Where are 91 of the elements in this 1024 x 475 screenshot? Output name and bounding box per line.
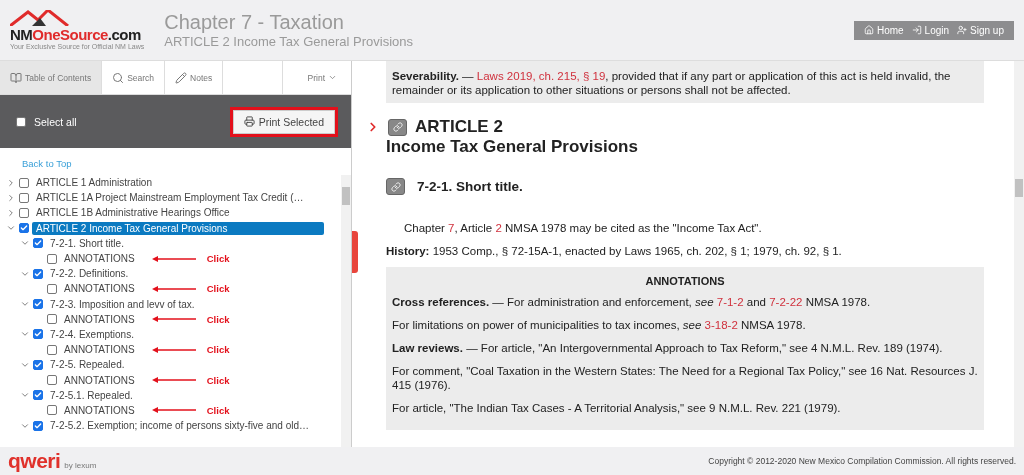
tree-item[interactable]: 7-2-4. Exemptions.	[46, 327, 138, 341]
checkbox[interactable]	[47, 344, 57, 355]
tree-item[interactable]: ARTICLE 1 Administration	[32, 176, 156, 190]
sidebar-tab[interactable]: Table of Contents	[0, 61, 103, 94]
tree-item[interactable]: ARTICLE 1B Administrative Hearings Office	[32, 206, 234, 220]
checkbox[interactable]	[19, 177, 29, 188]
reference-link[interactable]: 3-18-2	[704, 319, 738, 331]
pencil-icon	[175, 71, 188, 84]
tree-item[interactable]: ARTICLE 2 Income Tax General Provisions	[32, 221, 324, 235]
checkbox[interactable]	[16, 116, 26, 127]
checkbox[interactable]	[33, 329, 43, 340]
arrow-icon	[151, 316, 196, 323]
annotation-paragraph: For limitations on power of municipalities to tax incomes, see 3-18-2 NMSA 1978.	[392, 318, 807, 332]
reference-link[interactable]: 7	[448, 222, 455, 234]
tree-item[interactable]: 7-2-5. Repealed.	[46, 358, 129, 372]
tree-item[interactable]: 7-2-5.1. Repealed.	[46, 388, 137, 402]
checkbox[interactable]	[19, 192, 29, 203]
checkbox[interactable]	[47, 283, 57, 294]
callout-label: Click	[206, 344, 230, 356]
checkbox[interactable]	[47, 314, 57, 325]
chevron-right-icon[interactable]	[6, 177, 16, 188]
section-text: Chapter 7, Article 2 NMSA 1978 may be cited as the "Income Tax Act".	[403, 221, 763, 235]
article-subtitle: ARTICLE 2 Income Tax General Provisions	[164, 34, 415, 49]
link-icon	[392, 122, 403, 132]
tree-item[interactable]: ANNOTATIONS	[60, 403, 139, 417]
tree-item[interactable]: 7-2-5.2. Exemption; income of persons sixty-five and old…	[46, 419, 313, 433]
brand-logo: qweri	[8, 449, 61, 472]
checkbox[interactable]	[33, 359, 43, 370]
chapter-title: Chapter 7 - Taxation	[164, 11, 345, 34]
link-button[interactable]	[388, 118, 407, 136]
logo-wordmark: NMOneSource.com	[10, 26, 141, 43]
checkbox[interactable]	[33, 268, 43, 279]
book-icon	[10, 71, 22, 84]
callout-label: Click	[206, 374, 230, 386]
arrow-icon	[151, 346, 196, 353]
checkbox[interactable]	[33, 299, 43, 310]
chevron-right-icon[interactable]	[6, 192, 16, 203]
annotation-paragraph: For comment, "Coal Taxation in the Western States: The Need for a Regional Tax Policy," see 16 Nat. Resources J. 415 (1976).	[392, 364, 978, 392]
tree-item[interactable]: ANNOTATIONS	[60, 252, 139, 266]
section-title: 7-2-1. Short title.	[417, 179, 523, 194]
chevron-right-icon[interactable]	[6, 207, 16, 218]
annotation-paragraph: Cross references. — For administration and enforcement, see 7-1-2 and 7-2-22 NMSA 1978.	[392, 295, 872, 309]
annotation-paragraph: For article, "The Indian Tax Cases - A Territorial Analysis," see 9 N.M.L. Rev. 221 (1979).	[392, 401, 842, 415]
printer-icon	[243, 116, 255, 127]
reference-link[interactable]: 2	[495, 222, 502, 234]
scrollbar[interactable]	[341, 175, 351, 447]
article-number: ARTICLE 2	[415, 117, 503, 137]
caret-icon	[328, 73, 337, 82]
checkbox[interactable]	[33, 420, 43, 431]
brand-byline: by lexum	[64, 461, 97, 470]
annotation-paragraph: Law reviews. — For article, "An Intergovernmental Approach to Tax Reform," see 4 N.M.L. Rev. 189 (1974).	[392, 341, 944, 355]
severability-note: Severability. — Laws 2019, ch. 215, § 19, provided that if any part or application of this act is held invalid, the remainder or its application to other situations or persons shall not be affected.	[386, 61, 984, 103]
tree-item[interactable]: 7-2-1. Short title.	[46, 236, 128, 250]
splitter-handle[interactable]	[352, 231, 358, 273]
annotations-heading: ANNOTATIONS	[644, 275, 726, 287]
arrow-icon	[151, 407, 196, 414]
callout-label: Click	[206, 313, 230, 325]
callout-label: Click	[206, 253, 230, 265]
checkbox[interactable]	[47, 253, 57, 264]
scrollbar[interactable]	[1014, 61, 1024, 447]
article-title: Income Tax General Provisions	[386, 137, 639, 157]
checkbox[interactable]	[33, 390, 43, 401]
copyright-text: Copyright © 2012-2020 New Mexico Compilation Commission. All rights reserved.	[708, 456, 1016, 466]
checkbox[interactable]	[47, 375, 57, 386]
select-all-label[interactable]: Select all	[34, 115, 77, 128]
checkbox[interactable]	[33, 238, 43, 249]
reference-link[interactable]: 7-2-22	[769, 296, 803, 308]
link-icon	[390, 181, 401, 192]
add-user-icon	[957, 25, 968, 35]
search-icon	[112, 71, 125, 84]
checkbox[interactable]	[19, 207, 29, 218]
history-note: History: 1953 Comp., § 72-15A-1, enacted by Laws 1965, ch. 202, § 1; 1979, ch. 92, § 1.	[386, 244, 843, 258]
arrow-icon	[151, 255, 196, 262]
home-icon	[863, 25, 874, 35]
reference-link[interactable]: 7-1-2	[716, 296, 744, 308]
tree-item[interactable]: 7-2-3. Imposition and levv of tax.	[46, 297, 199, 311]
tree-item[interactable]: ARTICLE 1A Project Mainstream Employment Tax Credit (…	[32, 191, 308, 205]
tree-item[interactable]: ANNOTATIONS	[60, 312, 139, 326]
login-icon	[911, 25, 922, 35]
tree-item[interactable]: ANNOTATIONS	[60, 343, 139, 357]
checkbox[interactable]	[47, 405, 57, 416]
callout-label: Click	[206, 283, 230, 295]
arrow-icon	[151, 285, 196, 292]
link-button[interactable]	[386, 178, 405, 195]
tree-item[interactable]: ANNOTATIONS	[60, 282, 139, 296]
print-selected-button[interactable]: Print Selected	[232, 109, 335, 134]
checkbox[interactable]	[19, 223, 29, 234]
callout-label: Click	[206, 404, 230, 416]
tree-item[interactable]: 7-2-2. Definitions.	[46, 267, 133, 281]
arrow-icon	[151, 377, 196, 384]
tree-item[interactable]: ANNOTATIONS	[60, 373, 139, 387]
